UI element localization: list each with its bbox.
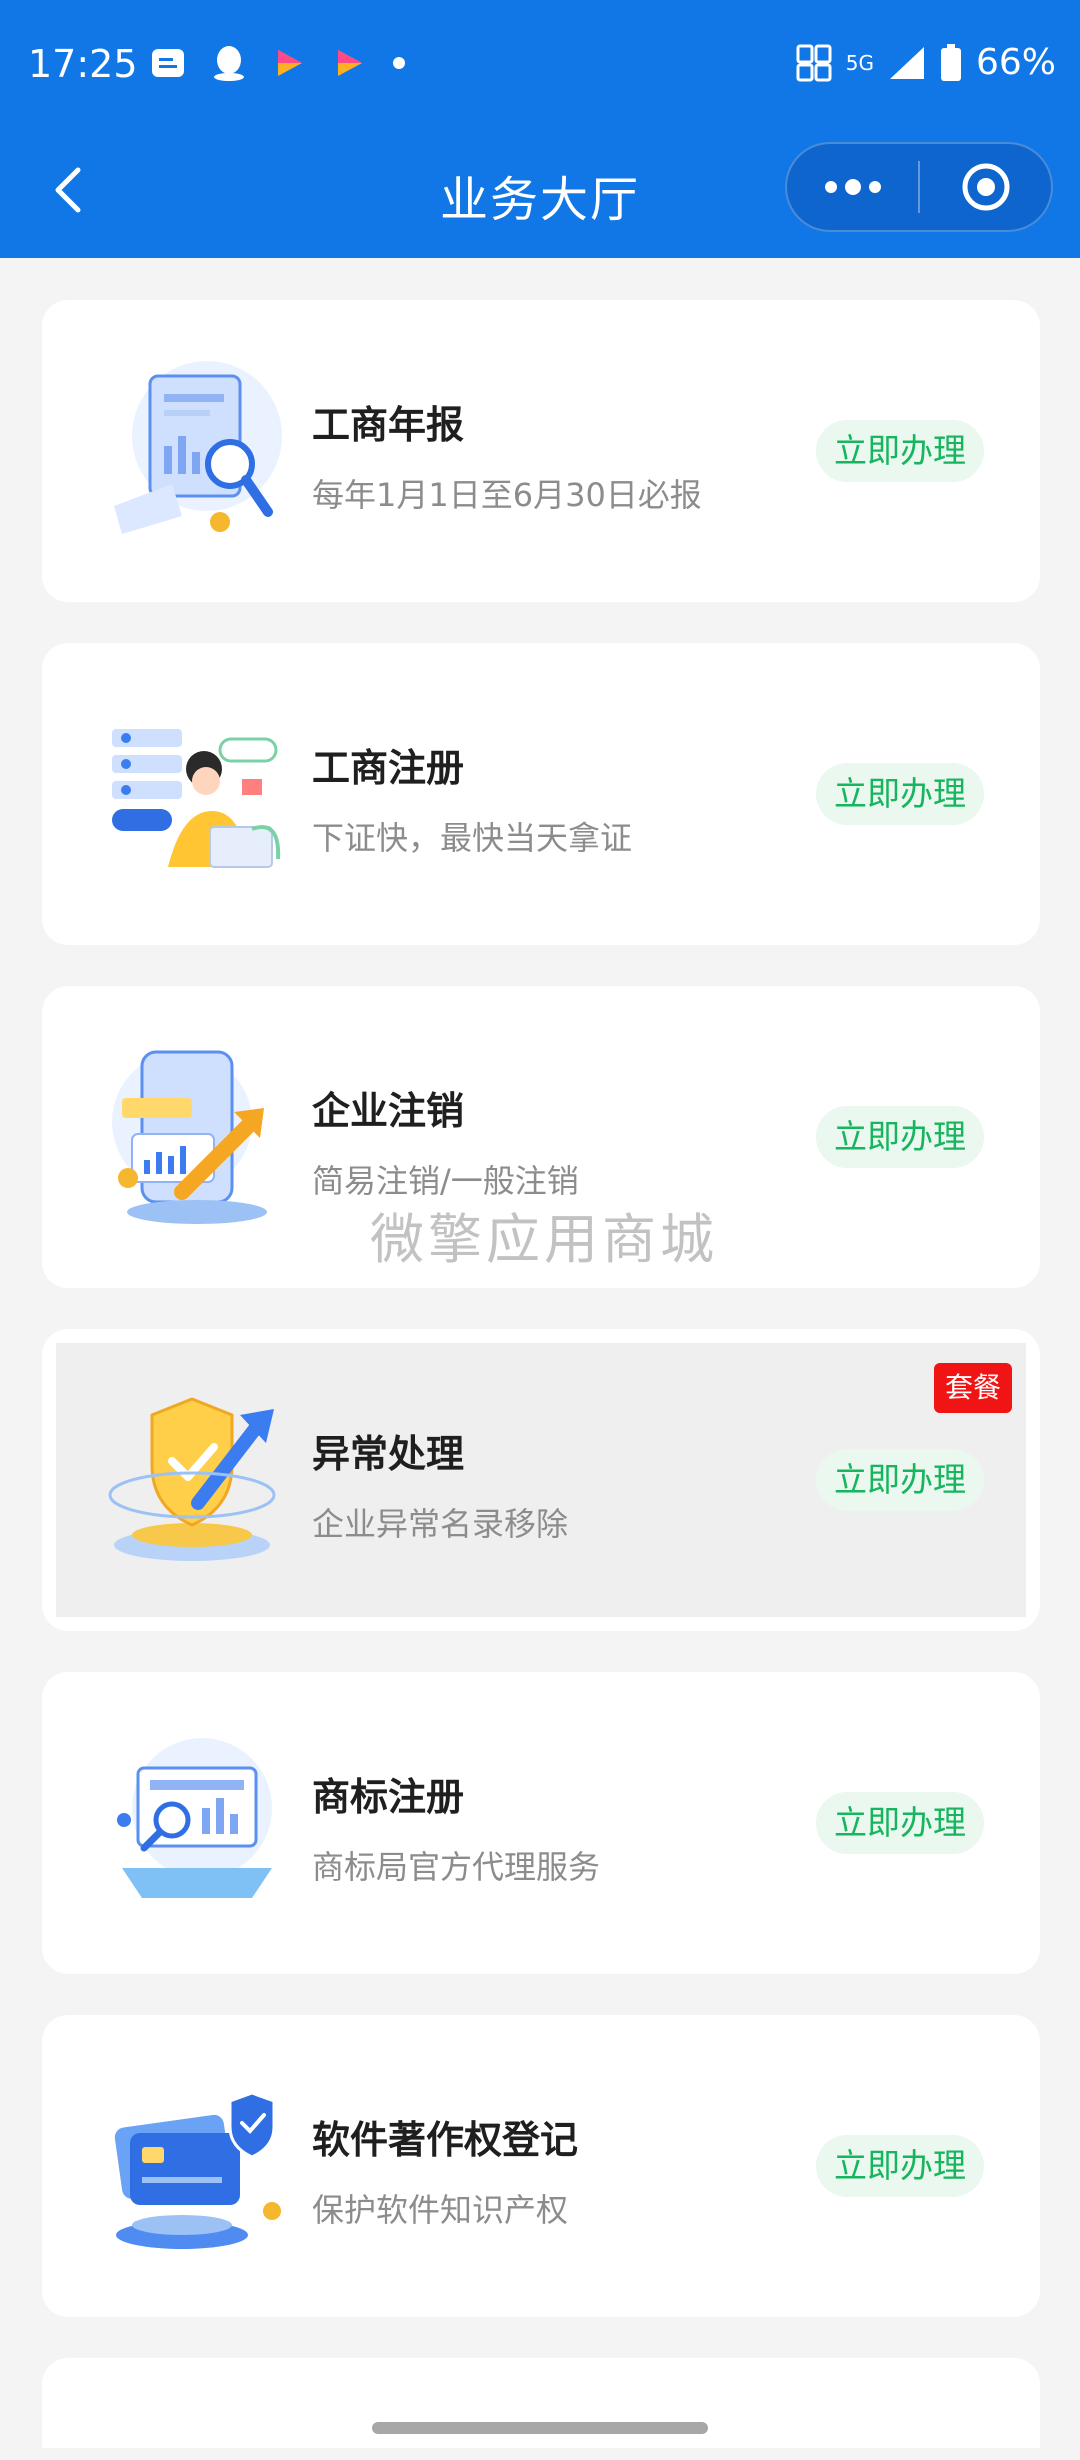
signal-icon <box>889 46 924 79</box>
service-title: 软件著作权登记 <box>312 2118 579 2162</box>
target-circle-icon <box>962 163 1009 211</box>
service-card-annual-report[interactable]: 工商年报 每年1月1日至6月30日必报 立即办理 <box>42 300 1040 602</box>
dot-icon <box>393 57 405 69</box>
network-type: 5G <box>845 50 874 75</box>
cards-shield-icon <box>114 2091 281 2249</box>
service-desc: 下证快，最快当天拿证 <box>312 819 633 857</box>
apply-button[interactable]: 立即办理 <box>816 763 984 825</box>
service-title: 工商年报 <box>312 403 465 447</box>
apply-button[interactable]: 立即办理 <box>816 2135 984 2197</box>
apply-button[interactable]: 立即办理 <box>816 1792 984 1854</box>
package-badge: 套餐 <box>934 1363 1012 1413</box>
service-title: 异常处理 <box>312 1432 465 1476</box>
more-dots-icon <box>824 179 881 195</box>
apply-button[interactable]: 立即办理 <box>816 420 984 482</box>
service-title: 商标注册 <box>312 1775 465 1819</box>
shield-arrow-icon <box>108 1397 276 1561</box>
header: 17:25 5G 66% 业务大厅 <box>0 0 1080 258</box>
service-desc: 保护软件知识产权 <box>312 2191 569 2229</box>
nav-bar: 业务大厅 <box>0 140 1080 240</box>
apply-button[interactable]: 立即办理 <box>816 1449 984 1511</box>
service-card-trademark[interactable]: 商标注册 商标局官方代理服务 立即办理 <box>42 1672 1040 1974</box>
home-indicator[interactable] <box>372 2422 708 2434</box>
laptop-chart-icon <box>117 1738 272 1898</box>
service-desc: 企业异常名录移除 <box>312 1505 569 1543</box>
service-card-abnormal[interactable]: 异常处理 企业异常名录移除 立即办理 套餐 <box>42 1329 1040 1631</box>
service-title: 工商注册 <box>312 746 465 790</box>
phone-growth-icon <box>112 1050 267 1224</box>
message-icon <box>152 49 184 77</box>
watermark: 微擎应用商城 <box>370 1208 718 1271</box>
service-card-partial <box>42 2358 1040 2448</box>
hd-icon <box>796 44 832 81</box>
report-magnifier-icon <box>114 361 282 534</box>
service-title: 企业注销 <box>312 1089 465 1133</box>
notification-icons <box>150 44 406 82</box>
status-time: 17:25 <box>28 42 138 86</box>
person-laptop-icon <box>112 729 281 868</box>
service-desc: 商标局官方代理服务 <box>312 1848 601 1886</box>
service-desc: 每年1月1日至6月30日必报 <box>312 476 702 514</box>
apply-button[interactable]: 立即办理 <box>816 1106 984 1168</box>
mini-program-capsule <box>785 142 1053 232</box>
qq-icon <box>214 46 244 81</box>
system-icons: 5G 66% <box>796 42 1056 83</box>
battery-level: 66% <box>975 42 1056 83</box>
more-button[interactable] <box>787 144 918 230</box>
service-card-software-copyright[interactable]: 软件著作权登记 保护软件知识产权 立即办理 <box>42 2015 1040 2317</box>
status-bar: 17:25 5G 66% <box>0 0 1080 130</box>
video-app-icon <box>278 50 302 76</box>
video-app-icon-2 <box>338 50 362 76</box>
close-button[interactable] <box>920 144 1051 230</box>
service-card-registration[interactable]: 工商注册 下证快，最快当天拿证 立即办理 <box>42 643 1040 945</box>
battery-icon <box>940 43 961 81</box>
